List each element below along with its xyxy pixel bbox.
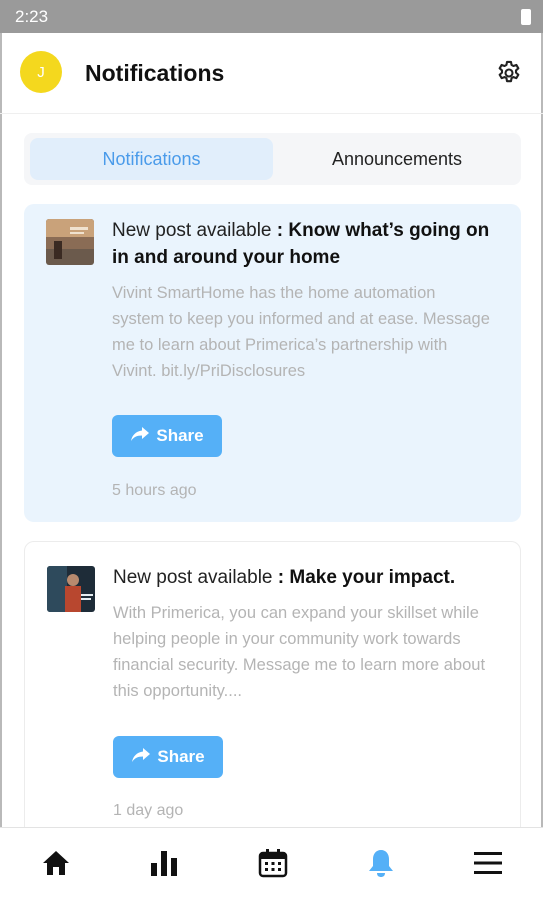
notification-body: Vivint SmartHome has the home automation…: [112, 284, 490, 380]
tab-announcements-label: Announcements: [331, 148, 463, 169]
nav-menu[interactable]: [471, 848, 505, 882]
share-button-label: Share: [156, 426, 204, 445]
notification-timestamp: 5 hours ago: [112, 482, 197, 499]
tab-bar: Notifications Announcements: [24, 133, 521, 185]
share-icon: [131, 747, 151, 768]
share-button[interactable]: Share: [112, 415, 222, 457]
frame-border-left: [0, 33, 2, 900]
tab-announcements[interactable]: Announcements: [277, 138, 517, 180]
battery-icon: [521, 9, 531, 25]
tab-notifications[interactable]: Notifications: [30, 138, 273, 180]
notification-separator: :: [272, 567, 290, 588]
share-icon: [130, 426, 150, 447]
tab-notifications-label: Notifications: [102, 148, 201, 169]
nav-notifications[interactable]: [364, 848, 398, 882]
bell-icon: [367, 848, 395, 883]
notification-prefix: New post available: [112, 220, 272, 241]
share-button[interactable]: Share: [113, 736, 223, 778]
post-thumbnail: [46, 219, 94, 265]
bottom-nav: [0, 827, 543, 901]
bar-chart-icon: [148, 849, 180, 882]
avatar[interactable]: J: [20, 51, 62, 93]
post-thumbnail: [47, 566, 95, 612]
notification-body: With Primerica, you can expand your skil…: [113, 604, 486, 700]
calendar-icon: [258, 848, 288, 883]
notification-prefix: New post available: [113, 567, 273, 588]
nav-calendar[interactable]: [256, 848, 290, 882]
avatar-initial: J: [37, 63, 45, 81]
status-time: 2:23: [15, 7, 49, 26]
notification-headline: New post available : Make your impact.: [113, 564, 503, 591]
notification-card[interactable]: New post available : Make your impact. W…: [24, 541, 521, 841]
app-header: J Notifications: [0, 33, 543, 114]
menu-icon: [473, 851, 503, 880]
share-button-label: Share: [157, 747, 205, 766]
notification-card[interactable]: New post available : Know what’s going o…: [24, 204, 521, 522]
notification-title: Make your impact.: [289, 567, 456, 588]
home-icon: [41, 849, 71, 882]
notification-headline: New post available : Know what’s going o…: [112, 217, 502, 271]
gear-icon[interactable]: [495, 59, 523, 87]
notification-timestamp: 1 day ago: [113, 802, 184, 819]
page-title: Notifications: [85, 60, 225, 86]
nav-stats[interactable]: [147, 848, 181, 882]
notification-separator: :: [271, 220, 289, 241]
status-bar: 2:23: [0, 0, 543, 33]
nav-home[interactable]: [39, 848, 73, 882]
